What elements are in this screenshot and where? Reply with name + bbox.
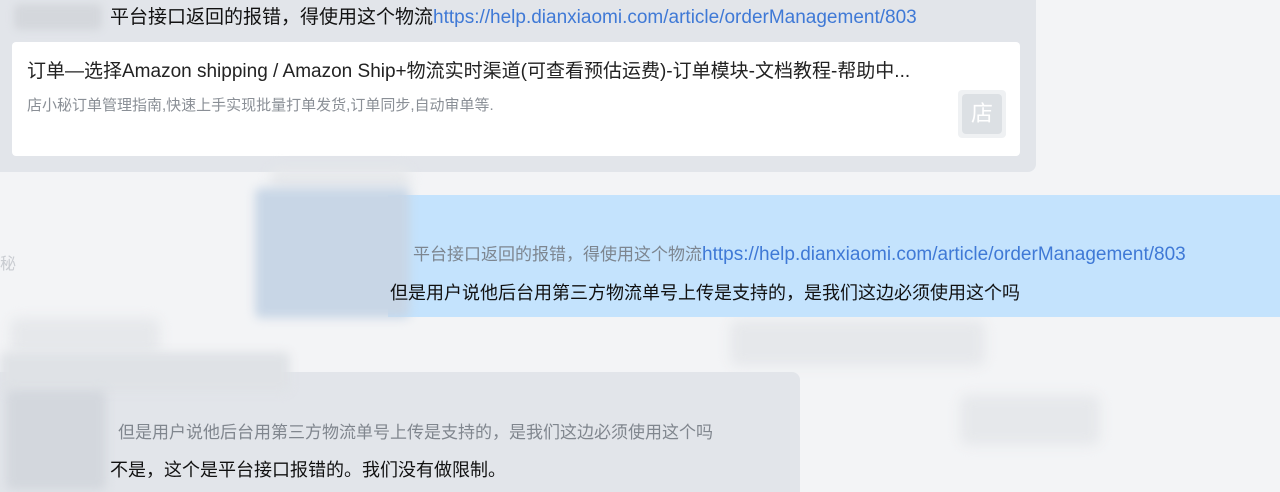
quoted-link[interactable]: https://help.dianxiaomi.com/article/orde… bbox=[702, 244, 1186, 265]
sender-name-blurred bbox=[0, 352, 290, 392]
link-preview-card[interactable]: 订单—选择Amazon shipping / Amazon Ship+物流实时渠… bbox=[12, 42, 1020, 156]
link-card-description: 店小秘订单管理指南,快速上手实现批量打单发货,订单同步,自动审单等. bbox=[27, 97, 494, 114]
link-card-title: 订单—选择Amazon shipping / Amazon Ship+物流实时渠… bbox=[27, 61, 911, 82]
quoted-message: 平台接口返回的报错，得使用这个物流https://help.dianxiaomi… bbox=[413, 244, 1186, 266]
avatar-blurred bbox=[6, 390, 106, 490]
message-text: 但是用户说他后台用第三方物流单号上传是支持的，是我们这边必须使用这个吗 bbox=[390, 283, 1020, 303]
avatar-blurred bbox=[255, 188, 410, 318]
blurred-background-block bbox=[730, 320, 985, 366]
blurred-background-text bbox=[270, 168, 410, 190]
quoted-text: 平台接口返回的报错，得使用这个物流 bbox=[413, 245, 702, 264]
message-link[interactable]: https://help.dianxiaomi.com/article/orde… bbox=[433, 7, 917, 28]
sender-name-blurred bbox=[14, 4, 102, 30]
message-text: 不是，这个是平台接口报错的。我们没有做限制。 bbox=[110, 460, 506, 480]
site-logo-icon: 店 bbox=[958, 90, 1006, 138]
blurred-background-block bbox=[960, 395, 1100, 445]
side-text-fragment: 秘 bbox=[0, 256, 17, 273]
quoted-message: 但是用户说他后台用第三方物流单号上传是支持的，是我们这边必须使用这个吗 bbox=[118, 423, 713, 442]
blurred-background-block bbox=[10, 318, 160, 354]
message-text: 平台接口返回的报错，得使用这个物流https://help.dianxiaomi… bbox=[110, 6, 917, 30]
message-bubble-incoming-1: 平台接口返回的报错，得使用这个物流https://help.dianxiaomi… bbox=[0, 0, 1036, 172]
message-text-body: 平台接口返回的报错，得使用这个物流 bbox=[110, 7, 434, 28]
